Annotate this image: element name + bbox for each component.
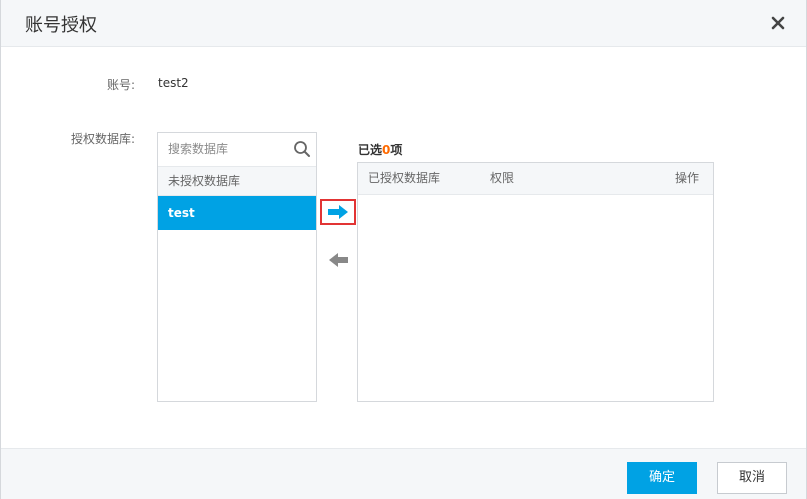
authorized-db-label: 授权数据库: bbox=[70, 132, 135, 146]
column-authorized-db: 已授权数据库 bbox=[368, 171, 441, 185]
search-button[interactable] bbox=[293, 140, 311, 158]
search-input[interactable] bbox=[158, 133, 298, 165]
dialog-footer: 确定 取消 bbox=[1, 448, 806, 499]
unauthorized-db-panel: 未授权数据库 test bbox=[157, 132, 317, 402]
list-item-test[interactable]: test bbox=[158, 196, 316, 230]
search-icon bbox=[294, 141, 310, 157]
move-right-button[interactable] bbox=[320, 199, 356, 225]
unauthorized-db-header: 未授权数据库 bbox=[158, 167, 316, 196]
account-value: test2 bbox=[158, 76, 189, 90]
selected-count-suffix: 项 bbox=[390, 143, 403, 157]
column-permission: 权限 bbox=[490, 171, 515, 185]
search-box bbox=[158, 133, 316, 167]
cancel-button[interactable]: 取消 bbox=[717, 462, 787, 494]
selected-count: 已选0项 bbox=[358, 141, 402, 158]
arrow-left-icon bbox=[329, 253, 348, 267]
authorized-db-panel: 已授权数据库 权限 操作 bbox=[357, 162, 714, 402]
close-icon bbox=[771, 16, 785, 30]
dialog-title: 账号授权 bbox=[25, 15, 97, 36]
authorized-table-header: 已授权数据库 权限 操作 bbox=[358, 163, 713, 195]
arrow-right-icon bbox=[328, 205, 348, 219]
close-button[interactable] bbox=[768, 13, 788, 33]
account-label: 账号: bbox=[106, 78, 135, 92]
confirm-button[interactable]: 确定 bbox=[627, 462, 697, 494]
move-left-button[interactable] bbox=[326, 250, 350, 270]
dialog-header: 账号授权 bbox=[1, 0, 806, 47]
selected-count-prefix: 已选 bbox=[358, 143, 383, 157]
column-action: 操作 bbox=[674, 171, 699, 185]
authorize-account-dialog: 账号授权 账号: test2 授权数据库: 未授权数据库 test bbox=[0, 0, 807, 499]
